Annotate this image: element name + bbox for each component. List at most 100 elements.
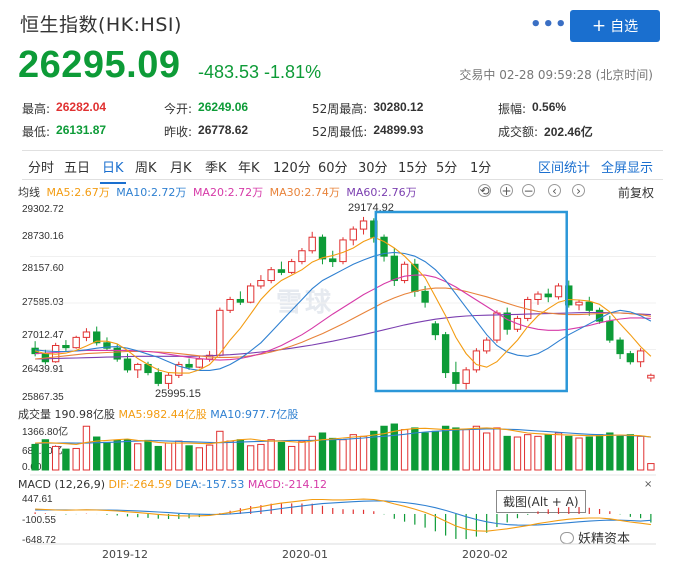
volume-bar: [544, 434, 552, 471]
candle-body: [246, 285, 255, 303]
candle-body: [216, 309, 224, 356]
volume-bar: [452, 427, 460, 471]
volume-bar: [62, 448, 70, 471]
candle-body: [462, 369, 470, 384]
volume-bar: [103, 441, 111, 471]
volume-bar: [565, 435, 573, 471]
candle-body: [441, 334, 450, 374]
volume-bar: [195, 447, 204, 471]
volume-bar: [288, 445, 296, 471]
volume-bar: [513, 436, 522, 471]
candle-body: [647, 374, 655, 379]
candle-body: [154, 372, 162, 384]
volume-bar: [216, 430, 224, 471]
volume-bar: [154, 445, 162, 471]
volume-bar: [31, 443, 39, 471]
volume-bar: [93, 436, 101, 471]
volume-bar: [123, 439, 132, 471]
candle-body: [616, 339, 624, 355]
ma10-line: [35, 251, 652, 371]
volume-bar: [339, 439, 347, 471]
candle-body: [288, 261, 296, 273]
candle-body: [606, 320, 614, 341]
volume-bar: [616, 435, 624, 471]
volume-bar: [421, 432, 429, 471]
volume-bar: [246, 445, 255, 471]
candle-body: [626, 353, 635, 363]
candle-body: [318, 236, 327, 260]
candle-body: [123, 358, 132, 371]
volume-bar: [277, 441, 286, 471]
candle-body: [82, 331, 91, 338]
volume-bar: [503, 435, 511, 471]
candle-body: [359, 220, 368, 230]
candle-body: [298, 250, 306, 263]
volume-bar: [226, 440, 234, 471]
candle-body: [534, 293, 542, 300]
volume-bar: [595, 434, 604, 471]
volume-bar: [585, 436, 593, 471]
volume-bar: [144, 439, 152, 471]
candle-body: [277, 269, 286, 273]
volume-bar: [298, 440, 306, 471]
volume-bar: [72, 447, 80, 471]
candle-body: [390, 255, 398, 282]
candle-body: [431, 323, 440, 336]
volume-bar: [534, 435, 542, 471]
candle-body: [636, 350, 645, 363]
candle-body: [472, 350, 481, 371]
kline-chart[interactable]: [0, 0, 683, 567]
candle-body: [226, 298, 234, 311]
volume-bar: [318, 432, 327, 471]
volume-bar: [257, 443, 265, 471]
candle-body: [554, 285, 563, 298]
volume-bar: [606, 432, 614, 471]
volume-bar: [134, 443, 142, 471]
volume-bar: [575, 437, 583, 471]
volume-bar: [636, 435, 645, 471]
volume-bar: [441, 425, 450, 471]
volume-bar: [524, 434, 532, 471]
volume-bar: [400, 429, 409, 471]
candle-body: [339, 239, 347, 263]
volume-bar: [185, 445, 193, 471]
volume-bar: [51, 445, 60, 471]
candle-body: [452, 372, 460, 384]
candle-body: [72, 336, 80, 349]
volume-bar: [205, 444, 214, 471]
volume-bar: [41, 439, 50, 471]
volume-bar: [175, 440, 183, 471]
candle-body: [349, 228, 357, 241]
candle-body: [62, 345, 70, 349]
candle-body: [503, 312, 511, 330]
candle-body: [257, 280, 265, 287]
candle-body: [544, 293, 552, 298]
candle-body: [421, 290, 429, 303]
volume-bar: [554, 432, 563, 471]
candle-body: [134, 363, 142, 371]
candle-body: [185, 363, 193, 368]
volume-bar: [493, 427, 501, 471]
volume-bar: [82, 425, 91, 471]
candle-body: [585, 301, 593, 311]
volume-bar: [113, 439, 121, 471]
candle-body: [164, 374, 173, 384]
candle-body: [195, 358, 204, 368]
volume-bar: [329, 437, 337, 471]
volume-bar: [349, 434, 357, 471]
candle-body: [329, 258, 337, 263]
candle-body: [236, 298, 245, 303]
volume-bar: [647, 463, 655, 471]
candle-body: [400, 263, 409, 282]
volume-bar: [472, 425, 481, 471]
volume-bar: [267, 439, 275, 471]
candle-body: [575, 301, 583, 306]
volume-bar: [411, 427, 419, 471]
volume-bar: [236, 439, 245, 471]
volume-bar: [431, 430, 440, 471]
volume-bar: [359, 435, 368, 471]
volume-bar: [462, 429, 470, 471]
candle-body: [493, 312, 501, 341]
volume-bar: [164, 442, 173, 471]
candle-body: [267, 269, 275, 282]
